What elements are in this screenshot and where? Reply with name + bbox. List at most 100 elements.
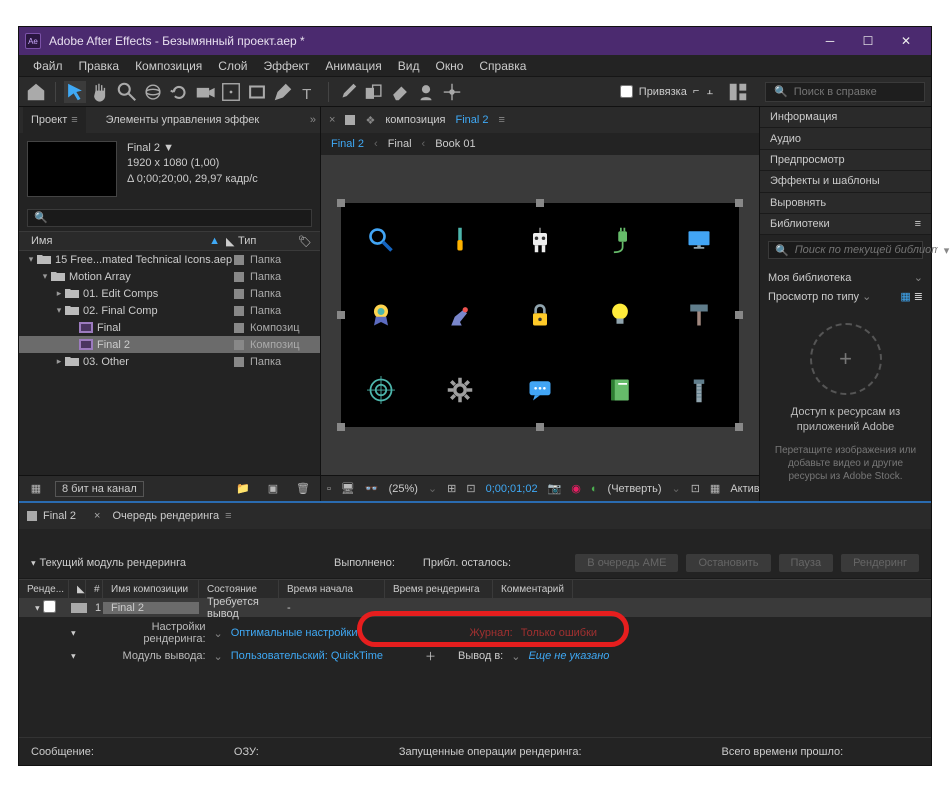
eraser-tool[interactable] <box>389 81 411 103</box>
home-button[interactable] <box>25 81 47 103</box>
close-button[interactable]: ✕ <box>887 27 925 55</box>
menu-layer[interactable]: Слой <box>210 59 255 73</box>
panel-menu-icon[interactable]: ≡ <box>915 218 921 230</box>
puppet-tool[interactable] <box>441 81 463 103</box>
workspace-button[interactable] <box>727 81 749 103</box>
menu-window[interactable]: Окно <box>427 59 471 73</box>
tree-row[interactable]: ▾02. Final CompПапка <box>19 302 320 319</box>
camera-tool[interactable] <box>194 81 216 103</box>
tree-row[interactable]: ▾15 Free...mated Technical Icons.aepПапк… <box>19 251 320 268</box>
flowchart-icon[interactable]: ❖ <box>365 114 375 127</box>
menu-composition[interactable]: Композиция <box>127 59 210 73</box>
project-tree[interactable]: ▾15 Free...mated Technical Icons.aepПапк… <box>19 251 320 475</box>
timecode[interactable]: 0;00;01;02 <box>486 483 538 495</box>
panel-libraries[interactable]: Библиотеки≡ <box>760 214 931 235</box>
queue-row[interactable]: ▸ 1 Final 2 Требуется вывод - <box>19 599 931 617</box>
panel-audio[interactable]: Аудио <box>760 128 931 149</box>
tree-row[interactable]: FinalКомпозиц <box>19 319 320 336</box>
roto-tool[interactable] <box>415 81 437 103</box>
panel-preview[interactable]: Предпросмотр <box>760 150 931 171</box>
tab-effect-controls[interactable]: Элементы управления эффек <box>98 107 268 133</box>
minimize-button[interactable]: ─ <box>811 27 849 55</box>
region-icon[interactable]: ⊡ <box>691 478 700 500</box>
bpc-button[interactable]: 8 бит на канал <box>55 481 144 497</box>
tree-row[interactable]: Final 2Композиц <box>19 336 320 353</box>
new-comp-icon[interactable]: ▣ <box>262 478 284 500</box>
clone-tool[interactable] <box>363 81 385 103</box>
col-name[interactable]: Имя <box>27 235 209 247</box>
rotation-tool[interactable] <box>168 81 190 103</box>
menu-effect[interactable]: Эффект <box>255 59 317 73</box>
render-button[interactable]: Рендеринг <box>841 554 919 572</box>
res-icon[interactable]: 🖥 <box>341 478 355 500</box>
twisty-icon[interactable]: ▸ <box>28 561 39 566</box>
selection-tool[interactable] <box>64 81 86 103</box>
crumb-final2[interactable]: Final 2 <box>331 138 364 150</box>
output-dest-link[interactable]: Еще не указано <box>528 650 609 662</box>
tree-row[interactable]: ▸01. Edit CompsПапка <box>19 285 320 302</box>
rectangle-tool[interactable] <box>246 81 268 103</box>
channel-icon[interactable]: ◉ <box>571 478 581 500</box>
menu-edit[interactable]: Правка <box>71 59 128 73</box>
mask-icon[interactable]: 👓 <box>365 478 379 500</box>
log-value[interactable]: Только ошибки <box>521 627 597 639</box>
menu-file[interactable]: Файл <box>25 59 71 73</box>
menu-view[interactable]: Вид <box>390 59 428 73</box>
comp-tab-active[interactable]: Final 2 <box>455 114 488 126</box>
list-view-icon[interactable]: ≣ <box>914 291 923 303</box>
brush-tool[interactable] <box>337 81 359 103</box>
interpret-icon[interactable]: ▦ <box>25 478 47 500</box>
transparency-icon[interactable]: ▦ <box>710 478 720 500</box>
panel-info[interactable]: Информация <box>760 107 931 128</box>
view-by-label[interactable]: Просмотр по типу <box>768 291 859 303</box>
color-icon[interactable]: ◐ <box>591 478 598 500</box>
sort-icon[interactable]: ▲ <box>209 235 220 247</box>
zoom-level[interactable]: (25%) <box>389 483 418 495</box>
composition-viewer[interactable] <box>321 155 759 475</box>
grid-view-icon[interactable]: ▦ <box>900 291 910 303</box>
stop-button[interactable]: Остановить <box>686 554 770 572</box>
crumb-book01[interactable]: Book 01 <box>435 138 475 150</box>
tab-render-queue[interactable]: ×Очередь рендеринга ≡ <box>94 510 232 522</box>
col-type[interactable]: Тип <box>238 235 298 247</box>
delete-icon[interactable]: 🗑 <box>292 478 314 500</box>
add-asset-button[interactable]: + <box>810 323 882 395</box>
render-checkbox[interactable] <box>43 600 56 613</box>
output-module-link[interactable]: Пользовательский: QuickTime <box>231 650 383 662</box>
twisty-icon[interactable]: ▸ <box>68 654 79 659</box>
zoom-tool[interactable] <box>116 81 138 103</box>
tab-timeline-comp[interactable]: Final 2 <box>27 510 76 522</box>
panel-effects[interactable]: Эффекты и шаблоны <box>760 171 931 192</box>
pause-button[interactable]: Пауза <box>779 554 834 572</box>
panel-align[interactable]: Выровнять <box>760 193 931 214</box>
type-tool[interactable]: T <box>298 81 320 103</box>
comp-tab-close[interactable]: × <box>329 114 335 126</box>
tree-row[interactable]: ▸03. OtherПапка <box>19 353 320 370</box>
snap-options-icon[interactable]: ⌐ ⫠ <box>693 85 715 98</box>
render-settings-link[interactable]: Оптимальные настройки <box>231 627 358 639</box>
dropdown-icon[interactable]: ▾ <box>944 244 950 257</box>
my-library-dropdown[interactable]: Моя библиотека⌄ <box>768 271 923 284</box>
new-folder-icon[interactable]: 📁 <box>232 478 254 500</box>
project-search-input[interactable] <box>27 209 312 227</box>
queue-ame-button[interactable]: В очередь AME <box>575 554 678 572</box>
menu-animation[interactable]: Анимация <box>317 59 389 73</box>
magnify-icon[interactable]: ▫ <box>327 478 331 500</box>
tree-row[interactable]: ▾Motion ArrayПапка <box>19 268 320 285</box>
help-search[interactable]: 🔍 <box>765 82 925 102</box>
grid-icon[interactable]: ⊞ <box>447 478 456 500</box>
snap-checkbox[interactable] <box>620 85 633 98</box>
library-search-input[interactable] <box>795 244 938 256</box>
orbit-tool[interactable] <box>142 81 164 103</box>
guide-icon[interactable]: ⊡ <box>466 478 475 500</box>
snapshot-icon[interactable]: 📷 <box>548 478 562 500</box>
pen-tool[interactable] <box>272 81 294 103</box>
comp-tab-menu-icon[interactable]: ≡ <box>499 114 505 126</box>
hand-tool[interactable] <box>90 81 112 103</box>
quality[interactable]: (Четверть) <box>608 483 662 495</box>
label-icon[interactable]: ◣ <box>226 235 238 248</box>
menu-help[interactable]: Справка <box>471 59 534 73</box>
col-tag-icon[interactable]: 🏷 <box>298 235 312 248</box>
twisty-icon[interactable]: ▸ <box>68 631 79 636</box>
help-search-input[interactable] <box>794 86 936 98</box>
